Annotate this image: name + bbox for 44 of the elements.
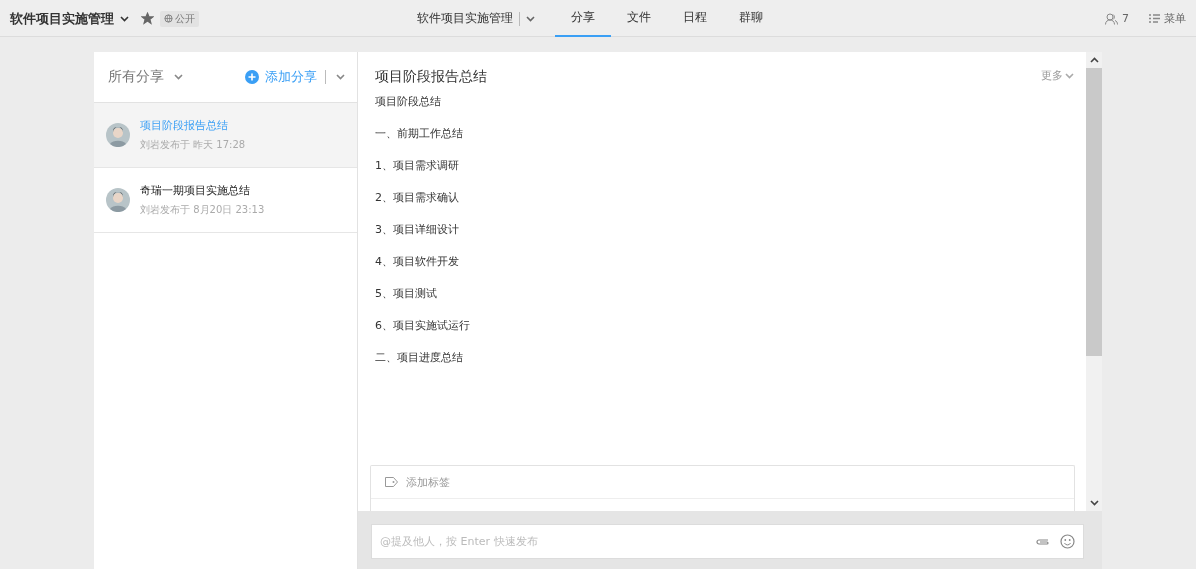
content-line: 1、项目需求调研 xyxy=(375,159,460,174)
chevron-down-icon xyxy=(1065,72,1074,79)
chevron-down-icon xyxy=(526,15,535,22)
share-meta: 刘岩发布于 8月20日 23:13 xyxy=(140,203,265,217)
scroll-down-icon xyxy=(1089,500,1099,506)
scroll-up-icon xyxy=(1089,57,1099,63)
project-switcher[interactable]: 软件项目实施管理 xyxy=(417,10,555,27)
nav-tab[interactable]: 文件 xyxy=(611,0,667,37)
avatar xyxy=(106,188,130,212)
scrollbar[interactable] xyxy=(1086,52,1102,511)
tag-icon xyxy=(385,477,398,487)
project-title[interactable]: 软件项目实施管理 xyxy=(10,9,114,28)
content-line: 一、前期工作总结 xyxy=(375,127,464,142)
avatar xyxy=(106,123,130,147)
chevron-down-icon xyxy=(336,74,345,80)
members-button[interactable]: 7 xyxy=(1105,12,1129,25)
nav-tab[interactable]: 群聊 xyxy=(723,0,779,37)
people-icon xyxy=(1105,12,1118,25)
add-options-button[interactable] xyxy=(334,74,347,80)
menu-button[interactable]: 菜单 xyxy=(1149,11,1186,26)
star-icon[interactable] xyxy=(141,12,154,25)
content-line: 项目阶段总结 xyxy=(375,95,442,110)
chevron-down-icon xyxy=(120,15,129,22)
more-button[interactable]: 更多 xyxy=(1041,68,1074,83)
content-line: 5、项目测试 xyxy=(375,287,438,302)
share-heading: 项目阶段报告总结 xyxy=(375,68,487,86)
nav-tab[interactable]: 分享 xyxy=(555,0,611,37)
filter-dropdown[interactable]: 所有分享 xyxy=(108,68,183,86)
share-title: 奇瑞一期项目实施总结 xyxy=(140,183,251,198)
content-line: 二、项目进度总结 xyxy=(375,351,464,366)
chevron-down-icon xyxy=(174,74,183,80)
share-meta: 刘岩发布于 昨天 17:28 xyxy=(140,138,246,152)
add-share-button[interactable]: 添加分享 xyxy=(245,68,317,86)
emoji-icon[interactable] xyxy=(1060,534,1075,549)
menu-icon xyxy=(1149,14,1160,23)
nav-tab[interactable]: 日程 xyxy=(667,0,723,37)
content-line: 6、项目实施试运行 xyxy=(375,319,471,334)
content-line: 3、项目详细设计 xyxy=(375,223,460,238)
globe-icon xyxy=(164,14,173,23)
share-title: 项目阶段报告总结 xyxy=(140,118,229,133)
plus-icon xyxy=(245,70,259,84)
visibility-badge: 公开 xyxy=(160,10,199,27)
content-line: 2、项目需求确认 xyxy=(375,191,460,206)
content-line: 4、项目软件开发 xyxy=(375,255,460,270)
